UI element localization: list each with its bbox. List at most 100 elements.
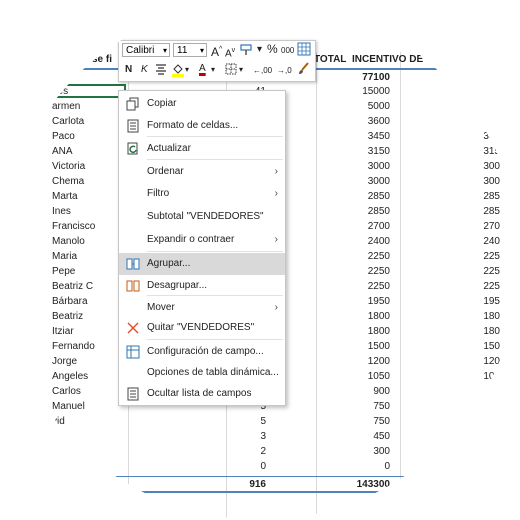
chevron-down-icon[interactable]: ▾ <box>239 63 243 77</box>
row-name-cell[interactable]: Jorge <box>52 354 77 369</box>
thousands-button[interactable]: 000 <box>281 44 294 58</box>
menu-item-actualizar[interactable]: Actualizar <box>119 138 285 160</box>
bold-button[interactable]: N <box>125 63 132 77</box>
align-center-icon[interactable] <box>155 63 167 80</box>
row-total-cell[interactable]: 1800 <box>310 309 390 324</box>
row-incentive-cell[interactable]: 7 <box>440 414 500 429</box>
row-total-cell[interactable]: 2700 <box>310 219 390 234</box>
row-name-cell[interactable]: Pepe <box>52 264 75 279</box>
grow-font-button[interactable]: A^ <box>211 43 222 59</box>
font-name-combo[interactable]: Calibri ▾ <box>122 43 170 57</box>
selected-cell[interactable] <box>48 84 126 98</box>
row-incentive-cell[interactable]: 195 <box>440 294 500 309</box>
row-name-cell[interactable]: Chema <box>52 174 84 189</box>
row-name-cell[interactable]: vid <box>52 414 65 429</box>
row-total-cell[interactable]: 300 <box>310 444 390 459</box>
row-name-cell[interactable]: Francisco <box>52 219 95 234</box>
chevron-down-icon[interactable]: ▾ <box>257 43 262 57</box>
grand-count-cell[interactable]: 916 <box>220 477 266 492</box>
row-total-cell[interactable]: 2850 <box>310 189 390 204</box>
row-total-cell[interactable]: 2250 <box>310 249 390 264</box>
row-name-cell[interactable]: Manuel <box>52 399 85 414</box>
row-total-cell[interactable]: 5000 <box>310 99 390 114</box>
row-incentive-cell[interactable]: 225 <box>440 279 500 294</box>
row-incentive-cell[interactable]: 150 <box>440 339 500 354</box>
menu-item-desagrupar[interactable]: Desagrupar... <box>119 275 285 297</box>
row-incentive-cell[interactable]: 225 <box>440 264 500 279</box>
row-incentive-cell[interactable]: 240 <box>440 234 500 249</box>
table-format-icon[interactable] <box>297 42 311 61</box>
row-total-cell[interactable]: 750 <box>310 414 390 429</box>
row-name-cell[interactable]: Beatriz <box>52 309 83 324</box>
row-incentive-cell[interactable]: 270 <box>440 219 500 234</box>
row-total-cell[interactable]: 900 <box>310 384 390 399</box>
row-count-cell[interactable]: 3 <box>220 429 266 444</box>
row-total-cell[interactable]: 2250 <box>310 264 390 279</box>
row-incentive-cell[interactable]: 90 <box>440 384 500 399</box>
row-name-cell[interactable]: ANA <box>52 144 73 159</box>
font-color-button[interactable]: A <box>199 62 206 76</box>
menu-item-expandir-o-contraer[interactable]: Expandir o contraer › <box>119 229 285 251</box>
table-row[interactable]: vid 5 750 7 <box>40 414 520 429</box>
row-name-cell[interactable]: armen <box>52 99 80 114</box>
menu-item-filtro[interactable]: Filtro › <box>119 183 285 205</box>
menu-item-copiar[interactable]: Copiar <box>119 93 285 115</box>
row-total-cell[interactable]: 1800 <box>310 324 390 339</box>
header-total[interactable]: TOTAL <box>314 52 346 68</box>
row-incentive-cell[interactable]: 360 <box>440 114 500 129</box>
row-incentive-cell[interactable]: 225 <box>440 249 500 264</box>
chevron-down-icon[interactable]: ▾ <box>185 63 189 77</box>
row-total-cell[interactable]: 3450 <box>310 129 390 144</box>
menu-item-formato-de-celdas[interactable]: Formato de celdas... <box>119 115 285 137</box>
row-name-cell[interactable]: Manolo <box>52 234 85 249</box>
row-total-cell[interactable]: 3600 <box>310 114 390 129</box>
menu-item-ordenar[interactable]: Ordenar › <box>119 161 285 183</box>
header-incentivo[interactable]: INCENTIVO DE <box>352 52 423 68</box>
row-incentive-cell[interactable]: 315 <box>440 144 500 159</box>
row-incentive-cell[interactable]: 75 <box>440 399 500 414</box>
row-total-cell[interactable]: 0 <box>310 459 390 474</box>
table-row[interactable]: 3 450 <box>40 429 520 444</box>
row-name-cell[interactable]: Bárbara <box>52 294 88 309</box>
menu-item-subtotal-vendedores[interactable]: Subtotal "VENDEDORES" <box>119 206 285 228</box>
row-incentive-cell[interactable]: 105 <box>440 369 500 384</box>
row-count-cell[interactable]: 0 <box>220 459 266 474</box>
row-total-cell[interactable]: 1200 <box>310 354 390 369</box>
row-name-cell[interactable]: Carlos <box>52 384 81 399</box>
row-total-cell[interactable]: 77100 <box>310 70 390 85</box>
row-incentive-cell[interactable]: 500 <box>440 99 500 114</box>
italic-button[interactable]: K <box>141 63 148 77</box>
menu-item-configuración-de-campo[interactable]: Configuración de campo... <box>119 341 285 363</box>
menu-item-agrupar[interactable]: Agrupar... <box>119 253 285 275</box>
chevron-down-icon[interactable]: ▾ <box>211 63 215 77</box>
menu-item-opciones-de-tabla-dinámica[interactable]: Opciones de tabla dinámica... <box>119 362 285 384</box>
grand-total-row[interactable]: 916 143300 <box>40 476 520 493</box>
row-total-cell[interactable]: 450 <box>310 429 390 444</box>
row-name-cell[interactable]: Itziar <box>52 324 74 339</box>
header-name[interactable]: se fi <box>92 52 112 68</box>
row-incentive-cell[interactable]: 300 <box>440 159 500 174</box>
fill-color-button[interactable] <box>171 63 185 82</box>
row-name-cell[interactable]: Carlota <box>52 114 84 129</box>
row-incentive-cell[interactable]: 120 <box>440 354 500 369</box>
menu-item-quitar-vendedores[interactable]: Quitar "VENDEDORES" <box>119 317 285 339</box>
menu-item-mover[interactable]: Mover › <box>119 297 285 319</box>
borders-icon[interactable] <box>225 63 237 80</box>
row-name-cell[interactable]: Paco <box>52 129 75 144</box>
row-incentive-cell[interactable]: 180 <box>440 309 500 324</box>
row-name-cell[interactable]: Victoria <box>52 159 85 174</box>
shrink-font-button[interactable]: Av <box>225 44 235 61</box>
increase-decimals-button[interactable]: ←,00 <box>253 64 272 78</box>
row-incentive-cell[interactable]: 285 <box>440 189 500 204</box>
row-incentive-cell[interactable]: 345 <box>440 129 500 144</box>
row-count-cell[interactable]: 2 <box>220 444 266 459</box>
row-total-cell[interactable]: 15000 <box>310 84 390 99</box>
row-incentive-cell[interactable]: 300 <box>440 174 500 189</box>
row-total-cell[interactable]: 3000 <box>310 174 390 189</box>
row-name-cell[interactable]: Ines <box>52 204 71 219</box>
row-incentive-cell[interactable]: 180 <box>440 324 500 339</box>
row-total-cell[interactable]: 750 <box>310 399 390 414</box>
row-name-cell[interactable]: Marta <box>52 189 78 204</box>
row-name-cell[interactable]: Angeles <box>52 369 88 384</box>
row-total-cell[interactable]: 3000 <box>310 159 390 174</box>
